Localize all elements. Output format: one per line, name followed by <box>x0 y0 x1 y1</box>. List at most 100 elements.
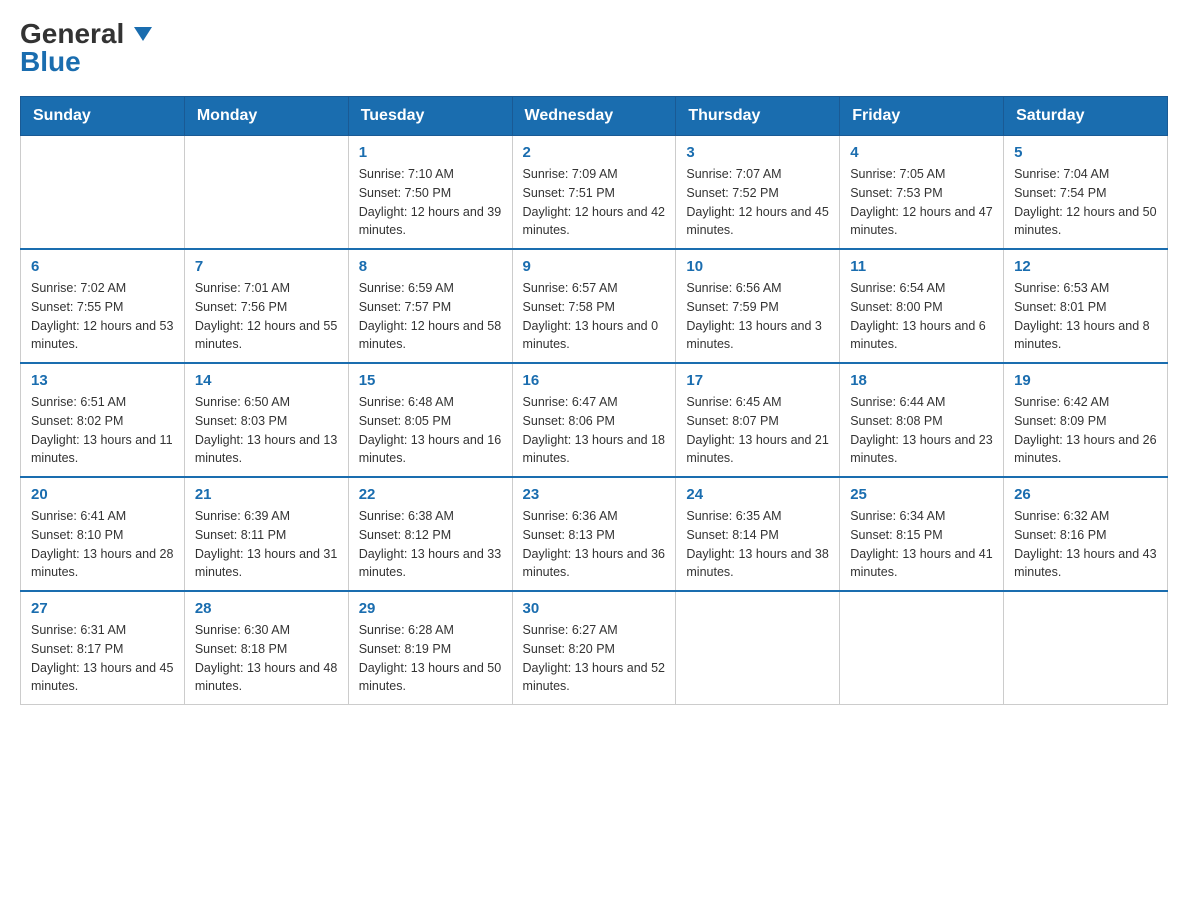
calendar-day-cell <box>1004 591 1168 705</box>
day-info: Sunrise: 6:42 AMSunset: 8:09 PMDaylight:… <box>1014 393 1157 468</box>
calendar-day-cell: 18 Sunrise: 6:44 AMSunset: 8:08 PMDayligh… <box>840 363 1004 477</box>
calendar-day-cell: 3Sunrise: 7:07 AMSunset: 7:52 PMDaylight… <box>676 136 840 250</box>
calendar-day-cell: 20 Sunrise: 6:41 AMSunset: 8:10 PMDayligh… <box>21 477 185 591</box>
day-number: 23 <box>523 486 666 503</box>
day-number: 8 <box>359 258 502 275</box>
day-info: Sunrise: 6:44 AMSunset: 8:08 PMDaylight:… <box>850 393 993 468</box>
calendar-day-cell: 25 Sunrise: 6:34 AMSunset: 8:15 PMDayligh… <box>840 477 1004 591</box>
calendar-day-cell <box>840 591 1004 705</box>
calendar-day-cell: 12 Sunrise: 6:53 AMSunset: 8:01 PMDayligh… <box>1004 249 1168 363</box>
day-info: Sunrise: 6:53 AMSunset: 8:01 PMDaylight:… <box>1014 279 1157 354</box>
day-info: Sunrise: 6:41 AMSunset: 8:10 PMDaylight:… <box>31 507 174 582</box>
header-saturday: Saturday <box>1004 97 1168 136</box>
day-number: 28 <box>195 600 338 617</box>
header-monday: Monday <box>184 97 348 136</box>
day-number: 26 <box>1014 486 1157 503</box>
day-info: Sunrise: 7:05 AMSunset: 7:53 PMDaylight:… <box>850 165 993 240</box>
calendar-day-cell: 16 Sunrise: 6:47 AMSunset: 8:06 PMDayligh… <box>512 363 676 477</box>
logo-general-text: General <box>20 20 152 48</box>
day-info: Sunrise: 6:54 AMSunset: 8:00 PMDaylight:… <box>850 279 993 354</box>
day-number: 14 <box>195 372 338 389</box>
day-number: 24 <box>686 486 829 503</box>
calendar-day-cell: 7 Sunrise: 7:01 AMSunset: 7:56 PMDaylight… <box>184 249 348 363</box>
day-number: 11 <box>850 258 993 275</box>
calendar-day-cell: 2 Sunrise: 7:09 AMSunset: 7:51 PMDaylight… <box>512 136 676 250</box>
calendar-day-cell: 21 Sunrise: 6:39 AMSunset: 8:11 PMDayligh… <box>184 477 348 591</box>
calendar-day-cell: 4 Sunrise: 7:05 AMSunset: 7:53 PMDaylight… <box>840 136 1004 250</box>
day-number: 7 <box>195 258 338 275</box>
day-info: Sunrise: 6:56 AMSunset: 7:59 PMDaylight:… <box>686 279 829 354</box>
day-number: 2 <box>523 144 666 161</box>
calendar-day-cell: 11 Sunrise: 6:54 AMSunset: 8:00 PMDayligh… <box>840 249 1004 363</box>
day-number: 13 <box>31 372 174 389</box>
calendar-day-cell: 9 Sunrise: 6:57 AMSunset: 7:58 PMDaylight… <box>512 249 676 363</box>
calendar-header-row: SundayMondayTuesdayWednesdayThursdayFrid… <box>21 97 1168 136</box>
day-info: Sunrise: 7:10 AMSunset: 7:50 PMDaylight:… <box>359 165 502 240</box>
day-info: Sunrise: 6:39 AMSunset: 8:11 PMDaylight:… <box>195 507 338 582</box>
day-info: Sunrise: 7:01 AMSunset: 7:56 PMDaylight:… <box>195 279 338 354</box>
calendar-day-cell: 8 Sunrise: 6:59 AMSunset: 7:57 PMDaylight… <box>348 249 512 363</box>
day-info: Sunrise: 6:36 AMSunset: 8:13 PMDaylight:… <box>523 507 666 582</box>
day-info: Sunrise: 7:09 AMSunset: 7:51 PMDaylight:… <box>523 165 666 240</box>
day-info: Sunrise: 6:45 AMSunset: 8:07 PMDaylight:… <box>686 393 829 468</box>
calendar-day-cell: 10 Sunrise: 6:56 AMSunset: 7:59 PMDayligh… <box>676 249 840 363</box>
day-number: 6 <box>31 258 174 275</box>
day-number: 18 <box>850 372 993 389</box>
day-number: 10 <box>686 258 829 275</box>
day-info: Sunrise: 6:48 AMSunset: 8:05 PMDaylight:… <box>359 393 502 468</box>
calendar-table: SundayMondayTuesdayWednesdayThursdayFrid… <box>20 96 1168 705</box>
day-info: Sunrise: 6:27 AMSunset: 8:20 PMDaylight:… <box>523 621 666 696</box>
calendar-day-cell: 19Sunrise: 6:42 AMSunset: 8:09 PMDayligh… <box>1004 363 1168 477</box>
day-info: Sunrise: 6:35 AMSunset: 8:14 PMDaylight:… <box>686 507 829 582</box>
day-info: Sunrise: 7:04 AMSunset: 7:54 PMDaylight:… <box>1014 165 1157 240</box>
calendar-week-row: 1Sunrise: 7:10 AMSunset: 7:50 PMDaylight… <box>21 136 1168 250</box>
header-wednesday: Wednesday <box>512 97 676 136</box>
calendar-day-cell: 27Sunrise: 6:31 AMSunset: 8:17 PMDayligh… <box>21 591 185 705</box>
calendar-day-cell: 14Sunrise: 6:50 AMSunset: 8:03 PMDayligh… <box>184 363 348 477</box>
calendar-week-row: 20 Sunrise: 6:41 AMSunset: 8:10 PMDayligh… <box>21 477 1168 591</box>
header-tuesday: Tuesday <box>348 97 512 136</box>
day-number: 20 <box>31 486 174 503</box>
calendar-day-cell: 1Sunrise: 7:10 AMSunset: 7:50 PMDaylight… <box>348 136 512 250</box>
calendar-day-cell: 15 Sunrise: 6:48 AMSunset: 8:05 PMDayligh… <box>348 363 512 477</box>
logo-blue-text: Blue <box>20 48 81 76</box>
calendar-day-cell: 17 Sunrise: 6:45 AMSunset: 8:07 PMDayligh… <box>676 363 840 477</box>
day-info: Sunrise: 6:34 AMSunset: 8:15 PMDaylight:… <box>850 507 993 582</box>
day-number: 22 <box>359 486 502 503</box>
logo: General Blue <box>20 20 152 76</box>
calendar-day-cell: 24 Sunrise: 6:35 AMSunset: 8:14 PMDayligh… <box>676 477 840 591</box>
day-number: 4 <box>850 144 993 161</box>
day-number: 21 <box>195 486 338 503</box>
day-info: Sunrise: 6:57 AMSunset: 7:58 PMDaylight:… <box>523 279 666 354</box>
day-number: 17 <box>686 372 829 389</box>
day-number: 3 <box>686 144 829 161</box>
day-number: 15 <box>359 372 502 389</box>
day-number: 16 <box>523 372 666 389</box>
header-friday: Friday <box>840 97 1004 136</box>
day-number: 9 <box>523 258 666 275</box>
day-info: Sunrise: 7:02 AMSunset: 7:55 PMDaylight:… <box>31 279 174 354</box>
day-number: 25 <box>850 486 993 503</box>
calendar-day-cell: 28Sunrise: 6:30 AMSunset: 8:18 PMDayligh… <box>184 591 348 705</box>
calendar-week-row: 6 Sunrise: 7:02 AMSunset: 7:55 PMDaylight… <box>21 249 1168 363</box>
calendar-day-cell: 30 Sunrise: 6:27 AMSunset: 8:20 PMDayligh… <box>512 591 676 705</box>
calendar-day-cell <box>21 136 185 250</box>
header-thursday: Thursday <box>676 97 840 136</box>
day-info: Sunrise: 6:59 AMSunset: 7:57 PMDaylight:… <box>359 279 502 354</box>
calendar-week-row: 27Sunrise: 6:31 AMSunset: 8:17 PMDayligh… <box>21 591 1168 705</box>
calendar-day-cell: 26 Sunrise: 6:32 AMSunset: 8:16 PMDayligh… <box>1004 477 1168 591</box>
day-info: Sunrise: 6:51 AMSunset: 8:02 PMDaylight:… <box>31 393 174 468</box>
day-number: 12 <box>1014 258 1157 275</box>
day-info: Sunrise: 6:28 AMSunset: 8:19 PMDaylight:… <box>359 621 502 696</box>
day-number: 29 <box>359 600 502 617</box>
calendar-day-cell: 23 Sunrise: 6:36 AMSunset: 8:13 PMDayligh… <box>512 477 676 591</box>
header-sunday: Sunday <box>21 97 185 136</box>
page-header: General Blue <box>20 20 1168 76</box>
day-number: 27 <box>31 600 174 617</box>
day-info: Sunrise: 6:32 AMSunset: 8:16 PMDaylight:… <box>1014 507 1157 582</box>
calendar-week-row: 13 Sunrise: 6:51 AMSunset: 8:02 PMDayligh… <box>21 363 1168 477</box>
day-number: 5 <box>1014 144 1157 161</box>
day-number: 30 <box>523 600 666 617</box>
day-info: Sunrise: 6:47 AMSunset: 8:06 PMDaylight:… <box>523 393 666 468</box>
calendar-day-cell: 6 Sunrise: 7:02 AMSunset: 7:55 PMDaylight… <box>21 249 185 363</box>
